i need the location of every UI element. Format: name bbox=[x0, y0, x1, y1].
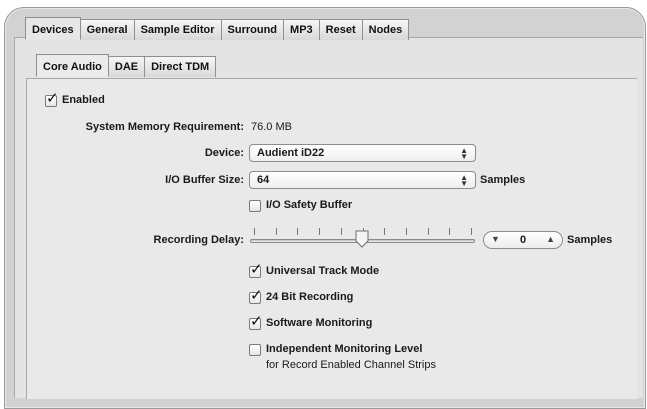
slider-tick bbox=[341, 228, 342, 235]
up-down-arrows-icon: ▲ ▼ bbox=[460, 146, 468, 161]
device-label: Device: bbox=[204, 147, 244, 159]
sub-tab-bar: Core Audio DAE Direct TDM bbox=[36, 54, 217, 77]
enabled-checkbox[interactable]: ✓ bbox=[45, 91, 59, 107]
tab-reset[interactable]: Reset bbox=[319, 19, 363, 40]
slider-tick bbox=[297, 228, 298, 235]
tab-sample-editor[interactable]: Sample Editor bbox=[134, 19, 222, 40]
tab-nodes[interactable]: Nodes bbox=[362, 19, 410, 40]
slider-tick bbox=[384, 228, 385, 235]
universal-track-mode-checkbox[interactable]: ✓ bbox=[249, 262, 263, 278]
buffer-unit: Samples bbox=[480, 174, 526, 186]
tab-core-audio[interactable]: Core Audio bbox=[36, 54, 109, 77]
tab-direct-tdm[interactable]: Direct TDM bbox=[145, 56, 217, 77]
tab-surround[interactable]: Surround bbox=[221, 19, 285, 40]
independent-monitoring-sublabel: for Record Enabled Channel Strips bbox=[266, 359, 436, 371]
buffer-popup[interactable]: 64 ▲ ▼ bbox=[249, 171, 476, 189]
tab-mp3[interactable]: MP3 bbox=[284, 19, 320, 40]
memory-value: 76.0 MB bbox=[251, 121, 292, 133]
top-tab-bar: Devices General Sample Editor Surround M… bbox=[25, 17, 410, 40]
checkmark-icon: ✓ bbox=[250, 313, 263, 330]
independent-monitoring-checkbox[interactable] bbox=[249, 344, 261, 356]
slider-tick bbox=[319, 228, 320, 235]
buffer-value: 64 bbox=[257, 174, 270, 186]
enabled-label: Enabled bbox=[62, 94, 105, 106]
checkmark-icon: ✓ bbox=[250, 287, 263, 304]
slider-tick bbox=[276, 228, 277, 235]
recording-delay-label: Recording Delay: bbox=[153, 234, 244, 246]
software-monitoring-label: Software Monitoring bbox=[266, 317, 373, 329]
software-monitoring-checkbox[interactable]: ✓ bbox=[249, 314, 263, 330]
tab-dae[interactable]: DAE bbox=[108, 56, 146, 77]
slider-thumb-icon[interactable] bbox=[355, 230, 369, 248]
device-value: Audient iD22 bbox=[257, 147, 325, 159]
checkmark-icon: ✓ bbox=[46, 90, 59, 107]
recording-delay-stepper[interactable]: ▼ 0 ▲ bbox=[483, 231, 563, 249]
universal-track-mode-label: Universal Track Mode bbox=[266, 265, 380, 277]
device-popup[interactable]: Audient iD22 ▲ ▼ bbox=[249, 144, 476, 162]
checkmark-icon: ✓ bbox=[250, 261, 263, 278]
up-down-arrows-icon: ▲ ▼ bbox=[460, 173, 468, 188]
slider-tick bbox=[449, 228, 450, 235]
independent-monitoring-label: Independent Monitoring Level bbox=[266, 343, 423, 355]
memory-label: System Memory Requirement: bbox=[85, 121, 244, 133]
slider-tick bbox=[428, 228, 429, 235]
increment-arrow-icon[interactable]: ▲ bbox=[546, 234, 555, 244]
safety-buffer-label: I/O Safety Buffer bbox=[266, 199, 353, 211]
slider-tick bbox=[254, 228, 255, 235]
tab-devices[interactable]: Devices bbox=[25, 17, 81, 40]
buffer-label: I/O Buffer Size: bbox=[165, 174, 244, 186]
safety-buffer-checkbox[interactable] bbox=[249, 200, 261, 212]
24-bit-recording-checkbox[interactable]: ✓ bbox=[249, 288, 263, 304]
tab-general[interactable]: General bbox=[80, 19, 135, 40]
slider-tick bbox=[471, 228, 472, 235]
recording-delay-unit: Samples bbox=[567, 234, 613, 246]
slider-tick bbox=[406, 228, 407, 235]
24-bit-recording-label: 24 Bit Recording bbox=[266, 291, 354, 303]
